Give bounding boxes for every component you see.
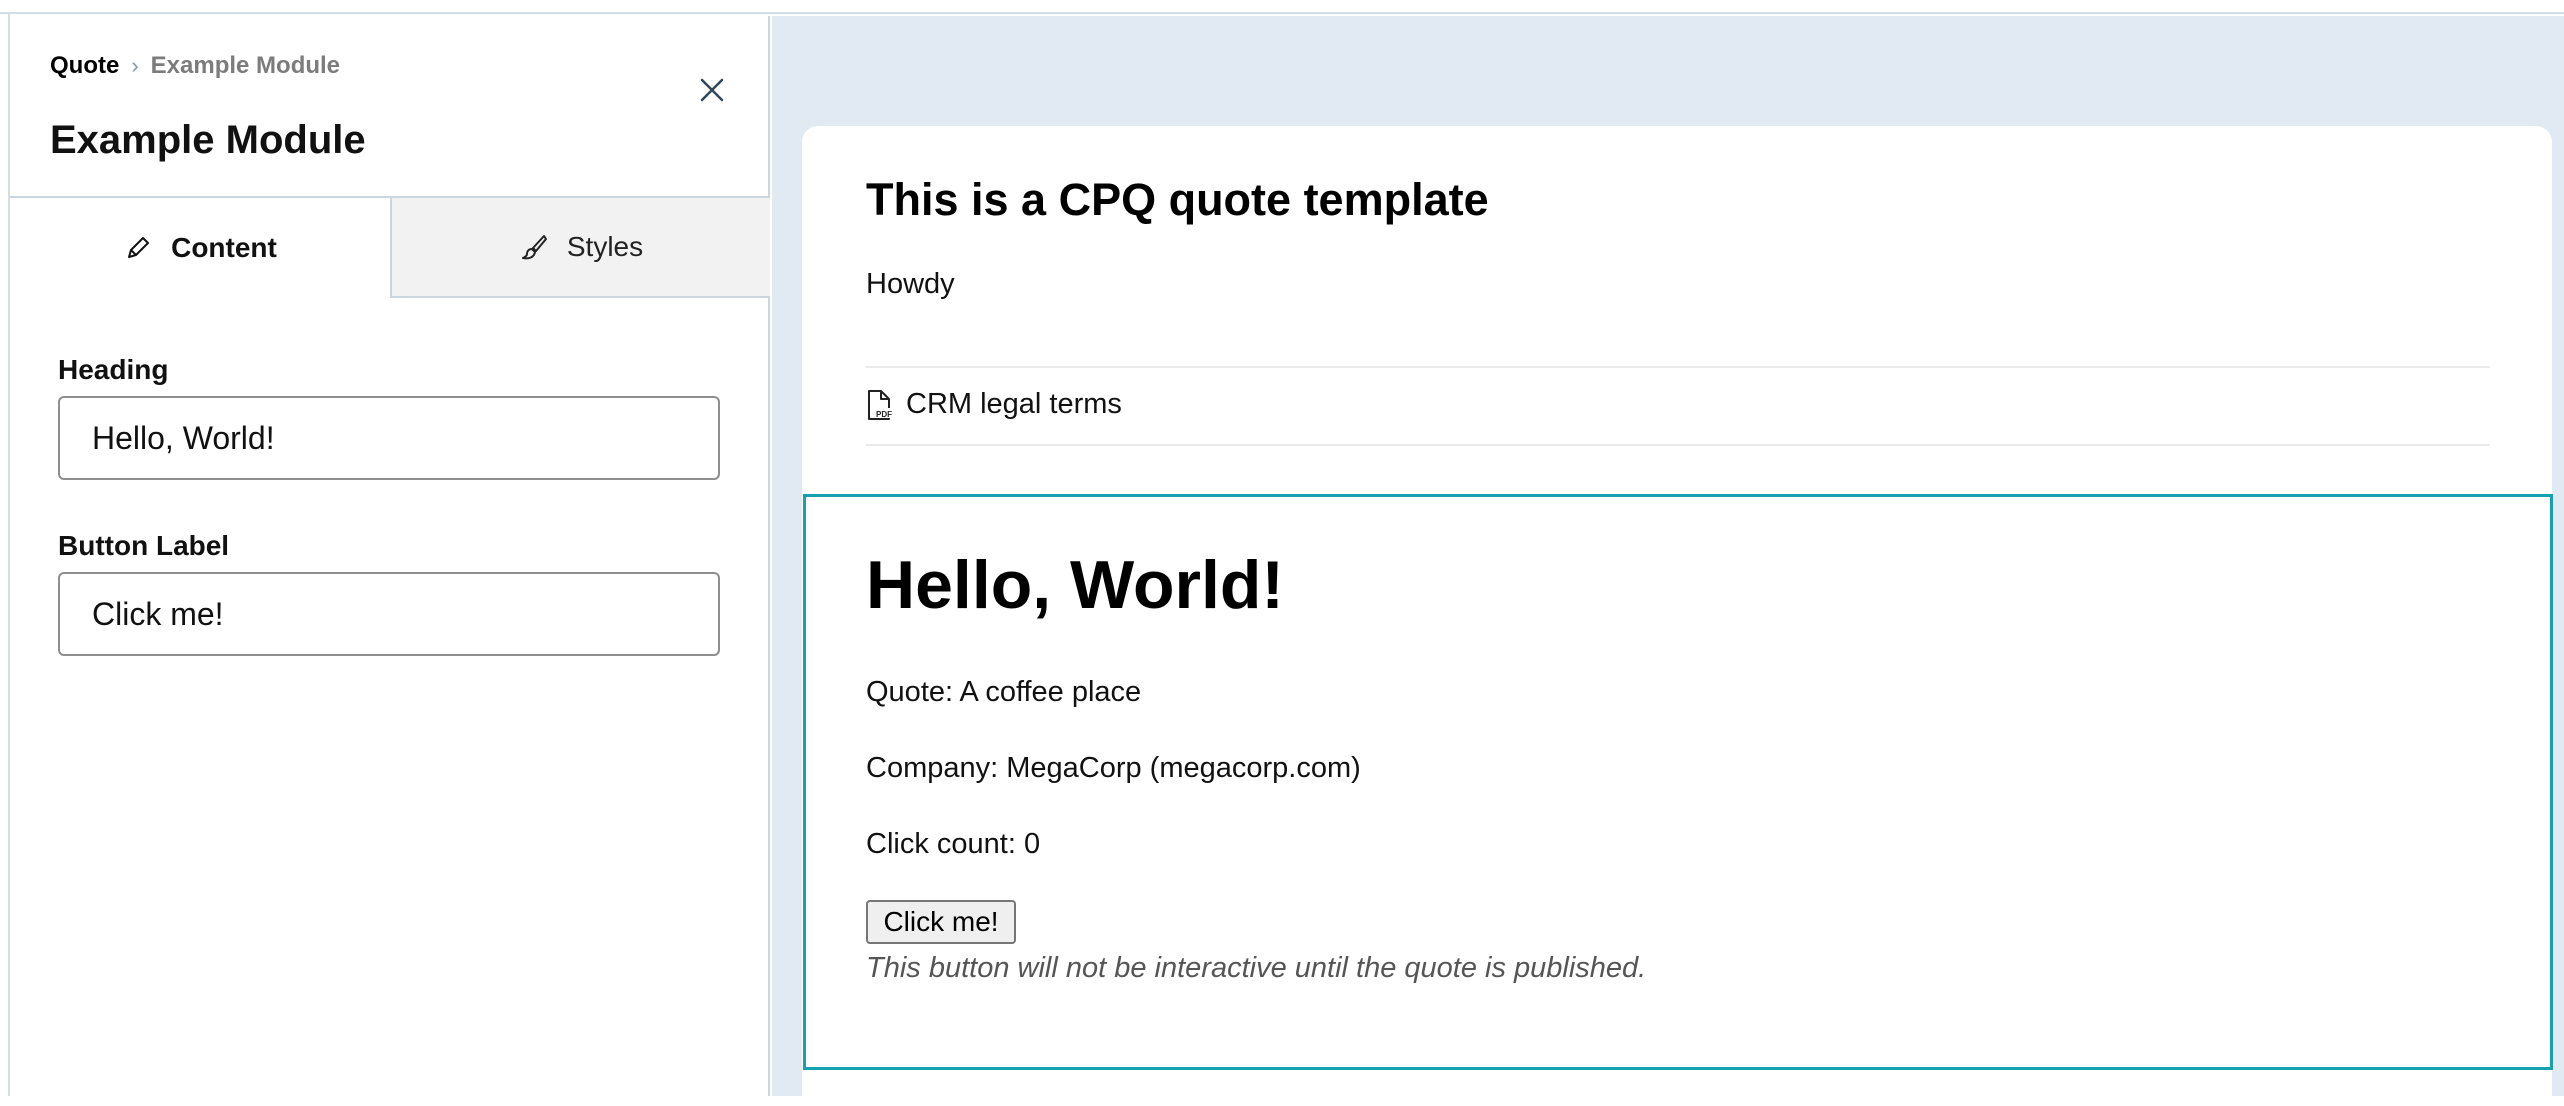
legal-terms-link[interactable]: PDF CRM legal terms bbox=[866, 388, 1122, 421]
breadcrumb-current: Example Module bbox=[150, 52, 341, 79]
click-count-line: Click count: 0 bbox=[866, 828, 1041, 860]
breadcrumb: Quote › Example Module bbox=[50, 52, 340, 80]
divider-top bbox=[866, 366, 2490, 368]
heading-input[interactable] bbox=[58, 396, 720, 480]
heading-field-label: Heading bbox=[58, 354, 169, 385]
close-button[interactable] bbox=[692, 70, 732, 110]
button-label-field-label: Button Label bbox=[58, 530, 230, 561]
quote-line: Quote: A coffee place bbox=[866, 676, 1142, 708]
divider-bottom bbox=[866, 444, 2490, 446]
quote-greeting: Howdy bbox=[866, 268, 955, 300]
click-me-button[interactable]: Click me! bbox=[866, 900, 1016, 944]
legal-terms-label: CRM legal terms bbox=[906, 388, 1122, 420]
breadcrumb-root[interactable]: Quote bbox=[50, 52, 119, 80]
quote-template-title: This is a CPQ quote template bbox=[866, 174, 1489, 225]
panel-title: Example Module bbox=[50, 118, 366, 162]
company-line: Company: MegaCorp (megacorp.com) bbox=[866, 752, 1361, 784]
tab-styles[interactable]: Styles bbox=[390, 198, 770, 298]
svg-text:PDF: PDF bbox=[876, 410, 892, 419]
module-editor-panel: Quote › Example Module Example Module Co… bbox=[10, 16, 770, 1096]
pdf-file-icon: PDF bbox=[868, 389, 892, 420]
paintbrush-icon bbox=[521, 235, 547, 260]
close-icon bbox=[700, 78, 724, 102]
editor-tabs: Content Styles bbox=[10, 196, 770, 298]
publish-note: This button will not be interactive unti… bbox=[866, 952, 1647, 984]
tab-content-label: Content bbox=[171, 232, 277, 263]
module-heading: Hello, World! bbox=[866, 547, 1285, 623]
pencil-icon bbox=[128, 237, 150, 258]
breadcrumb-separator: › bbox=[131, 53, 139, 78]
button-label-input[interactable] bbox=[58, 572, 720, 656]
tab-styles-label: Styles bbox=[566, 231, 644, 262]
top-border bbox=[0, 0, 2564, 14]
tab-content[interactable]: Content bbox=[10, 198, 390, 298]
left-border bbox=[0, 14, 10, 1096]
